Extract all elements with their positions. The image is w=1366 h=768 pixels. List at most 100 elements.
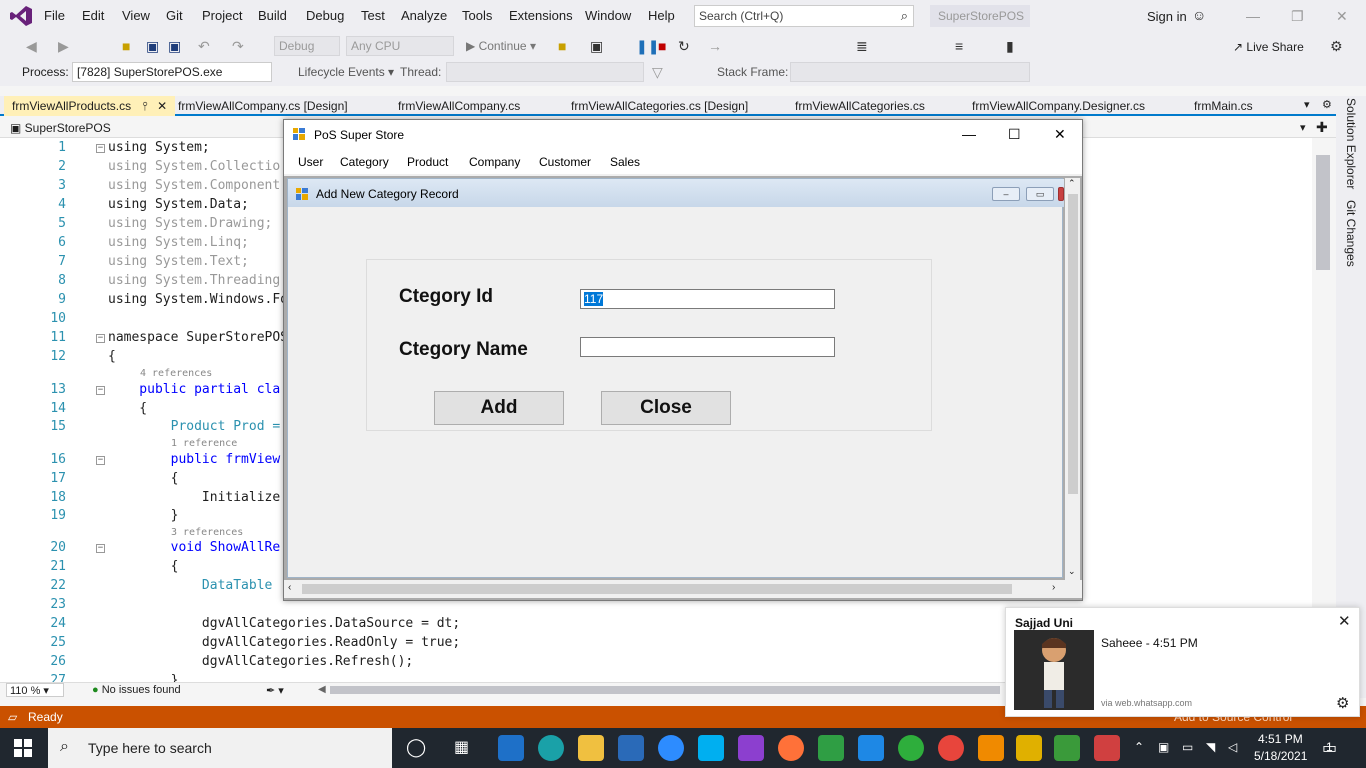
- scroll-up-icon[interactable]: ⌃: [1068, 178, 1076, 189]
- continue-button[interactable]: ▶ Continue ▾: [466, 39, 536, 53]
- menu-git[interactable]: Git: [166, 8, 183, 23]
- process-dropdown[interactable]: [7828] SuperStorePOS.exe: [72, 62, 272, 82]
- scroll-left-icon[interactable]: ‹: [288, 582, 291, 593]
- menu-view[interactable]: View: [122, 8, 150, 23]
- zoom-dropdown[interactable]: 110 % ▾: [6, 683, 64, 697]
- restore-icon[interactable]: ▭: [1026, 187, 1054, 201]
- firefox-icon[interactable]: [778, 735, 804, 761]
- wifi-icon[interactable]: ◥: [1206, 740, 1215, 754]
- menu-tools[interactable]: Tools: [462, 8, 492, 23]
- member-dropdown-icon[interactable]: ▾: [1300, 121, 1306, 134]
- split-icon[interactable]: ✚: [1316, 119, 1328, 136]
- minimize-icon[interactable]: —: [1246, 8, 1260, 24]
- category-id-field[interactable]: 117: [580, 289, 835, 309]
- project-dropdown[interactable]: ▣ SuperStorePOS: [10, 121, 111, 135]
- stack-frame-dropdown[interactable]: [790, 62, 1030, 82]
- clock-time[interactable]: 4:51 PM: [1258, 732, 1303, 746]
- menu-sales[interactable]: Sales: [610, 155, 640, 169]
- pos-app-icon[interactable]: [1094, 735, 1120, 761]
- battery-icon[interactable]: ▭: [1182, 740, 1193, 754]
- gear-icon[interactable]: ⚙: [1336, 694, 1349, 712]
- git-changes-tab[interactable]: Git Changes: [1344, 200, 1358, 267]
- menu-build[interactable]: Build: [258, 8, 287, 23]
- close-icon[interactable]: ✕: [1338, 612, 1351, 630]
- tab-frmmain[interactable]: frmMain.cs: [1186, 96, 1261, 116]
- visual-studio-logo-icon[interactable]: [10, 6, 32, 26]
- scroll-left-icon[interactable]: ◀: [318, 684, 326, 695]
- close-icon[interactable]: ✕: [1336, 8, 1348, 25]
- save-icon[interactable]: ▣: [146, 38, 159, 55]
- filter-icon[interactable]: ▽: [652, 64, 663, 81]
- feedback-icon[interactable]: ⚙: [1330, 38, 1343, 55]
- menu-project[interactable]: Project: [202, 8, 242, 23]
- undo-icon[interactable]: ↶: [198, 38, 210, 55]
- pause-icon[interactable]: ❚❚: [636, 38, 659, 55]
- scroll-right-icon[interactable]: ›: [1052, 582, 1055, 593]
- fold-toggle-icon[interactable]: −: [96, 386, 105, 395]
- green-app-icon[interactable]: [898, 735, 924, 761]
- tool-icon[interactable]: ≣: [856, 38, 868, 55]
- chevron-up-icon[interactable]: ⌃: [1134, 740, 1144, 754]
- cortana-icon[interactable]: ◯: [406, 737, 426, 758]
- category-name-field[interactable]: [580, 337, 835, 357]
- menu-company[interactable]: Company: [469, 155, 520, 169]
- close-icon[interactable]: ✕: [1054, 126, 1066, 143]
- codelens-references[interactable]: 4 references: [140, 368, 212, 379]
- excel-icon[interactable]: [1054, 735, 1080, 761]
- fold-toggle-icon[interactable]: −: [96, 144, 105, 153]
- open-folder-icon[interactable]: ■: [122, 38, 130, 54]
- sign-in-link[interactable]: Sign in: [1147, 9, 1187, 24]
- restart-icon[interactable]: ↻: [678, 38, 690, 55]
- skype-icon[interactable]: [698, 735, 724, 761]
- menu-file[interactable]: File: [44, 8, 65, 23]
- horizontal-scroll-thumb[interactable]: [330, 686, 1000, 694]
- save-all-icon[interactable]: ▣: [168, 38, 181, 55]
- settings-icon[interactable]: ⚙: [1322, 98, 1332, 111]
- stop-icon[interactable]: ■: [658, 38, 666, 54]
- edge-icon[interactable]: [538, 735, 564, 761]
- tools-app-icon[interactable]: [818, 735, 844, 761]
- minimize-icon[interactable]: –: [992, 187, 1020, 201]
- file-explorer-icon[interactable]: [578, 735, 604, 761]
- menu-extensions[interactable]: Extensions: [509, 8, 573, 23]
- tab-frmviewallcategories-design[interactable]: frmViewAllCategories.cs [Design]: [563, 96, 756, 116]
- minimize-icon[interactable]: —: [962, 126, 976, 142]
- vscode-icon[interactable]: [858, 735, 884, 761]
- menu-help[interactable]: Help: [648, 8, 675, 23]
- tab-frmviewallcategories[interactable]: frmViewAllCategories.cs: [787, 96, 933, 116]
- menu-product[interactable]: Product: [407, 155, 448, 169]
- menu-test[interactable]: Test: [361, 8, 385, 23]
- mail-icon[interactable]: [498, 735, 524, 761]
- windows-start-icon[interactable]: [14, 739, 32, 757]
- scroll-down-icon[interactable]: ⌄: [1068, 566, 1076, 577]
- step-icon[interactable]: →: [708, 38, 722, 54]
- lifecycle-events-dropdown[interactable]: Lifecycle Events ▾: [298, 65, 394, 79]
- screenshot-icon[interactable]: ▣: [590, 38, 603, 55]
- chrome-icon[interactable]: [938, 735, 964, 761]
- codelens-references[interactable]: 3 references: [171, 527, 243, 538]
- tab-frmviewallcompany[interactable]: frmViewAllCompany.cs: [390, 96, 528, 116]
- config-dropdown[interactable]: Debug: [274, 36, 340, 56]
- task-view-icon[interactable]: ▦: [454, 737, 469, 757]
- clock-date[interactable]: 5/18/2021: [1254, 749, 1307, 763]
- live-share-button[interactable]: ↗ Live Share: [1233, 40, 1304, 54]
- back-icon[interactable]: ◀: [26, 38, 37, 55]
- thread-dropdown[interactable]: [446, 62, 644, 82]
- fold-toggle-icon[interactable]: −: [96, 544, 105, 553]
- forward-icon[interactable]: ▶: [58, 38, 69, 55]
- menu-category[interactable]: Category: [340, 155, 389, 169]
- maximize-icon[interactable]: ☐: [1008, 126, 1021, 143]
- fold-toggle-icon[interactable]: −: [96, 334, 105, 343]
- redo-icon[interactable]: ↷: [232, 38, 244, 55]
- close-button[interactable]: Close: [601, 391, 731, 425]
- vlc-icon[interactable]: [978, 735, 1004, 761]
- mdi-horizontal-scroll-thumb[interactable]: [302, 584, 1012, 594]
- solution-explorer-tab[interactable]: Solution Explorer: [1344, 98, 1358, 189]
- search-input[interactable]: Search (Ctrl+Q) ⌕: [694, 5, 914, 27]
- bookmark-icon[interactable]: ▮: [1006, 38, 1014, 55]
- add-button[interactable]: Add: [434, 391, 564, 425]
- platform-dropdown[interactable]: Any CPU: [346, 36, 454, 56]
- close-icon[interactable]: [1058, 187, 1064, 201]
- menu-customer[interactable]: Customer: [539, 155, 591, 169]
- zoom-app-icon[interactable]: [658, 735, 684, 761]
